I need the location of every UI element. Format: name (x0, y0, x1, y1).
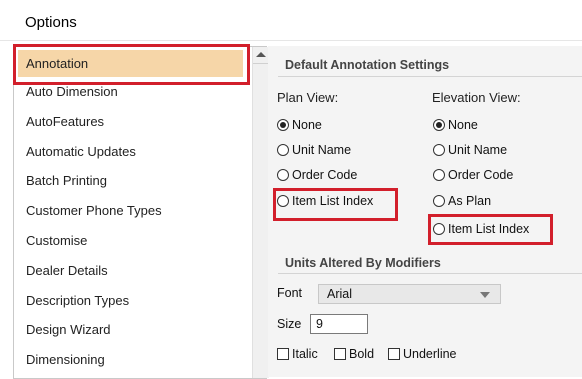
scroll-up-button[interactable] (253, 47, 269, 64)
category-item-design-wizard[interactable]: Design Wizard (14, 315, 251, 345)
elevation-radio-as-plan-label: As Plan (448, 194, 492, 208)
section-divider (278, 273, 582, 274)
plan-radio-order-code[interactable]: Order Code (277, 168, 357, 182)
underline-checkbox-label: Underline (403, 347, 457, 361)
elevation-radio-order-code[interactable]: Order Code (433, 168, 513, 182)
category-item-batch-printing[interactable]: Batch Printing (14, 166, 251, 196)
category-item-dealer-details[interactable]: Dealer Details (14, 256, 251, 286)
radio-indicator (433, 195, 445, 207)
category-list-scrollbar[interactable] (252, 47, 269, 378)
font-select[interactable]: Arial (318, 284, 501, 304)
checkbox-indicator (277, 348, 289, 360)
section-divider (278, 76, 582, 77)
category-item-autofeatures[interactable]: AutoFeatures (14, 107, 251, 137)
plan-view-label: Plan View: (277, 90, 339, 105)
elevation-radio-order-code-label: Order Code (448, 168, 514, 182)
section-title-units-altered: Units Altered By Modifiers (285, 256, 441, 270)
font-label: Font (277, 286, 303, 300)
radio-indicator (433, 223, 445, 235)
chevron-down-icon (480, 292, 490, 298)
plan-radio-none[interactable]: None (277, 118, 322, 132)
radio-indicator (277, 144, 289, 156)
elevation-radio-none[interactable]: None (433, 118, 478, 132)
category-list: Annotation Auto Dimension AutoFeatures A… (14, 47, 251, 375)
plan-radio-unit-name-label: Unit Name (292, 143, 352, 157)
chevron-up-icon (256, 52, 266, 57)
section-title-default-annotation: Default Annotation Settings (285, 58, 450, 72)
radio-indicator (277, 119, 289, 131)
checkbox-indicator (388, 348, 400, 360)
radio-indicator (433, 169, 445, 181)
plan-radio-unit-name[interactable]: Unit Name (277, 143, 351, 157)
plan-radio-item-list-index-label: Item List Index (292, 194, 374, 208)
category-item-dimensioning[interactable]: Dimensioning (14, 345, 251, 375)
category-item-customer-phone-types[interactable]: Customer Phone Types (14, 196, 251, 226)
plan-radio-none-label: None (292, 118, 322, 132)
size-input[interactable]: 9 (310, 314, 368, 334)
elevation-radio-item-list-index-label: Item List Index (448, 222, 530, 236)
bold-checkbox-label: Bold (349, 347, 375, 361)
radio-indicator (433, 119, 445, 131)
checkbox-indicator (334, 348, 346, 360)
bold-checkbox[interactable]: Bold (334, 347, 374, 361)
elevation-radio-unit-name[interactable]: Unit Name (433, 143, 507, 157)
category-item-automatic-updates[interactable]: Automatic Updates (14, 137, 251, 167)
italic-checkbox[interactable]: Italic (277, 347, 318, 361)
size-input-value: 9 (316, 317, 323, 331)
category-item-customise[interactable]: Customise (14, 226, 251, 256)
underline-checkbox[interactable]: Underline (388, 347, 457, 361)
plan-radio-item-list-index[interactable]: Item List Index (277, 194, 373, 208)
elevation-view-label: Elevation View: (432, 90, 521, 105)
category-item-description-types[interactable]: Description Types (14, 286, 251, 316)
elevation-radio-unit-name-label: Unit Name (448, 143, 508, 157)
category-list-pane: Annotation Auto Dimension AutoFeatures A… (13, 46, 269, 379)
radio-indicator (277, 195, 289, 207)
elevation-radio-none-label: None (448, 118, 478, 132)
font-select-value: Arial (327, 287, 353, 301)
settings-pane: Default Annotation Settings Plan View: E… (268, 46, 582, 377)
size-label: Size (277, 317, 302, 331)
dialog-title: Options (25, 14, 77, 31)
italic-checkbox-label: Italic (292, 347, 318, 361)
elevation-radio-item-list-index[interactable]: Item List Index (433, 222, 529, 236)
plan-radio-order-code-label: Order Code (292, 168, 358, 182)
dialog-titlebar: Options (0, 0, 582, 41)
category-item-auto-dimension[interactable]: Auto Dimension (14, 77, 251, 107)
radio-indicator (433, 144, 445, 156)
category-item-annotation[interactable]: Annotation (18, 50, 243, 77)
radio-indicator (277, 169, 289, 181)
elevation-radio-as-plan[interactable]: As Plan (433, 194, 491, 208)
